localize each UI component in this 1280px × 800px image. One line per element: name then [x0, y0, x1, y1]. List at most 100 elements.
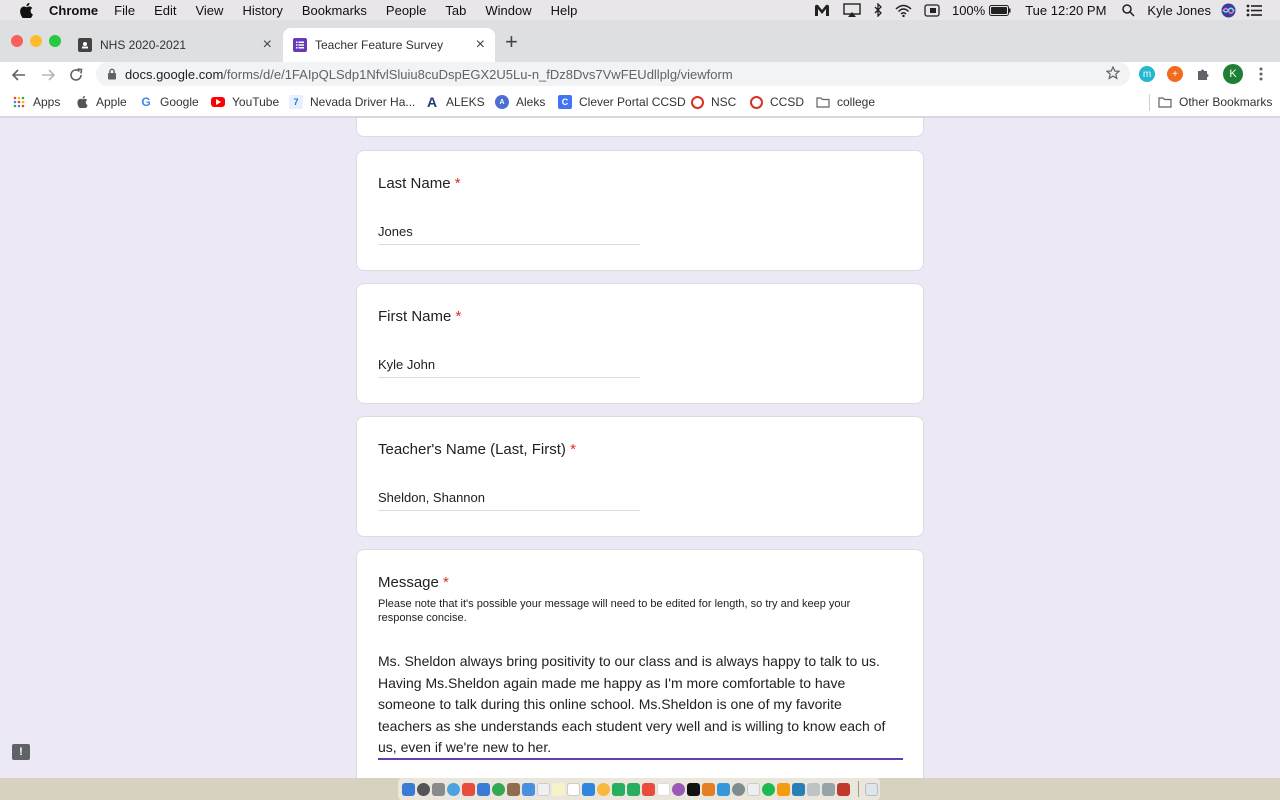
launchpad-icon[interactable]	[417, 782, 430, 796]
menu-clock[interactable]: Tue 12:20 PM	[1025, 3, 1106, 18]
menu-edit[interactable]: Edit	[154, 3, 176, 18]
menu-file[interactable]: File	[114, 3, 135, 18]
menu-user-name[interactable]: Kyle Jones	[1147, 3, 1211, 18]
preview-icon[interactable]	[822, 782, 835, 796]
bookmark-aleks-2[interactable]: A Aleks	[495, 95, 545, 109]
news-icon[interactable]	[642, 782, 655, 796]
tab-teacher-feature-survey[interactable]: Teacher Feature Survey ×	[283, 28, 495, 62]
calendar-widget-icon[interactable]	[924, 3, 940, 17]
mail-icon[interactable]	[522, 782, 535, 796]
menu-people[interactable]: People	[386, 3, 426, 18]
wifi-icon[interactable]	[895, 4, 912, 17]
bookmark-star-icon[interactable]	[1105, 65, 1121, 83]
menu-bookmarks[interactable]: Bookmarks	[302, 3, 367, 18]
reload-icon[interactable]	[66, 65, 86, 85]
honey-extension-icon[interactable]: +	[1167, 66, 1183, 82]
close-tab-icon[interactable]: ×	[263, 37, 272, 53]
menu-app-name[interactable]: Chrome	[49, 3, 98, 18]
bookmark-nevada-driver[interactable]: 7 Nevada Driver Ha...	[289, 95, 415, 109]
safari-icon[interactable]	[447, 782, 460, 796]
lock-icon[interactable]	[107, 68, 117, 80]
bookmark-google[interactable]: G Google	[139, 95, 199, 109]
app-store-icon[interactable]	[717, 782, 730, 796]
finder-icon[interactable]	[402, 782, 415, 796]
bookmark-nsc[interactable]: NSC	[691, 95, 736, 109]
trash-icon[interactable]	[865, 782, 878, 796]
app-store-blue-icon[interactable]	[477, 782, 490, 796]
bookmark-label: Google	[160, 95, 199, 109]
calendar-icon[interactable]	[537, 782, 550, 796]
malwarebytes-icon[interactable]	[813, 3, 831, 17]
bookmark-apple[interactable]: Apple	[75, 95, 127, 109]
menu-help[interactable]: Help	[551, 3, 578, 18]
chrome-icon[interactable]	[492, 782, 505, 796]
keynote-icon[interactable]	[792, 782, 805, 796]
textedit-icon[interactable]	[747, 782, 760, 796]
menu-tab[interactable]: Tab	[445, 3, 466, 18]
classroom-favicon-icon	[78, 38, 92, 52]
question-card-teacher-name: Teacher's Name (Last, First) * Sheldon, …	[356, 416, 924, 537]
photos-icon[interactable]	[597, 782, 610, 796]
utility-icon[interactable]	[807, 782, 820, 796]
first-name-input[interactable]: Kyle John	[378, 357, 640, 378]
report-feedback-icon[interactable]: !	[12, 744, 30, 760]
puzzle-icon[interactable]	[1195, 66, 1211, 82]
siri-icon[interactable]	[1221, 3, 1236, 18]
facetime-icon[interactable]	[627, 782, 640, 796]
close-tab-icon[interactable]: ×	[476, 37, 485, 53]
notes-icon[interactable]	[552, 782, 565, 796]
window-zoom-button[interactable]	[49, 35, 61, 47]
back-arrow-icon[interactable]	[9, 65, 29, 85]
message-line: us, even if we're new to her.	[378, 739, 552, 755]
forward-arrow-icon[interactable]	[38, 65, 58, 85]
pages-icon[interactable]	[777, 782, 790, 796]
notification-center-icon[interactable]	[1246, 4, 1262, 17]
last-name-input[interactable]: Jones	[378, 224, 640, 245]
photo-booth-icon[interactable]	[462, 782, 475, 796]
message-line: teachers as she understands each student…	[378, 717, 886, 734]
menu-view[interactable]: View	[195, 3, 223, 18]
kebab-menu-icon[interactable]	[1253, 66, 1269, 82]
menu-window[interactable]: Window	[485, 3, 531, 18]
podcasts-icon[interactable]	[672, 782, 685, 796]
recent-app-icon[interactable]	[837, 782, 850, 796]
tv-icon[interactable]	[687, 782, 700, 796]
bookmark-apps[interactable]: Apps	[12, 95, 60, 109]
reminders-icon[interactable]	[567, 782, 580, 796]
m-extension-icon[interactable]: m	[1139, 66, 1155, 82]
bookmark-youtube[interactable]: YouTube	[211, 95, 279, 109]
books-icon[interactable]	[702, 782, 715, 796]
spotify-icon[interactable]	[762, 782, 775, 796]
new-tab-icon[interactable]: +	[505, 31, 518, 53]
bookmark-aleks-1[interactable]: A ALEKS	[425, 94, 485, 110]
bluetooth-icon[interactable]	[873, 3, 883, 17]
rocket-icon[interactable]	[432, 782, 445, 796]
address-bar[interactable]: docs.google.com/forms/d/e/1FAIpQLSdp1Nfv…	[96, 62, 1130, 86]
folder-icon	[1158, 95, 1172, 109]
spotlight-search-icon[interactable]	[1122, 3, 1135, 17]
menu-history[interactable]: History	[242, 3, 282, 18]
airplay-icon[interactable]	[843, 3, 861, 17]
bookmark-ccsd[interactable]: CCSD	[750, 95, 804, 109]
window-minimize-button[interactable]	[30, 35, 42, 47]
battery-icon[interactable]	[989, 4, 1011, 16]
messages-icon[interactable]	[612, 782, 625, 796]
music-icon[interactable]	[657, 782, 670, 796]
teacher-name-input[interactable]: Sheldon, Shannon	[378, 490, 640, 511]
bookmark-college-folder[interactable]: college	[816, 95, 875, 109]
browser-tab-strip: NHS 2020-2021 × Teacher Feature Survey ×…	[0, 20, 1280, 62]
window-close-button[interactable]	[11, 35, 23, 47]
system-preferences-icon[interactable]	[732, 782, 745, 796]
profile-avatar[interactable]: K	[1223, 64, 1243, 84]
apple-logo-icon[interactable]	[17, 1, 35, 19]
contacts-icon[interactable]	[507, 782, 520, 796]
bookmark-clever[interactable]: C Clever Portal CCSD	[558, 95, 686, 109]
message-textarea[interactable]: Ms. Sheldon always bring positivity to o…	[378, 651, 903, 759]
tab-title: Teacher Feature Survey	[315, 38, 444, 52]
nevada-driver-icon: 7	[289, 95, 303, 109]
maps-icon[interactable]	[582, 782, 595, 796]
battery-percent: 100%	[951, 2, 986, 18]
bookmark-label: CCSD	[770, 95, 805, 109]
bookmark-other-folder[interactable]: Other Bookmarks	[1158, 95, 1272, 109]
tab-nhs[interactable]: NHS 2020-2021 ×	[68, 28, 282, 62]
